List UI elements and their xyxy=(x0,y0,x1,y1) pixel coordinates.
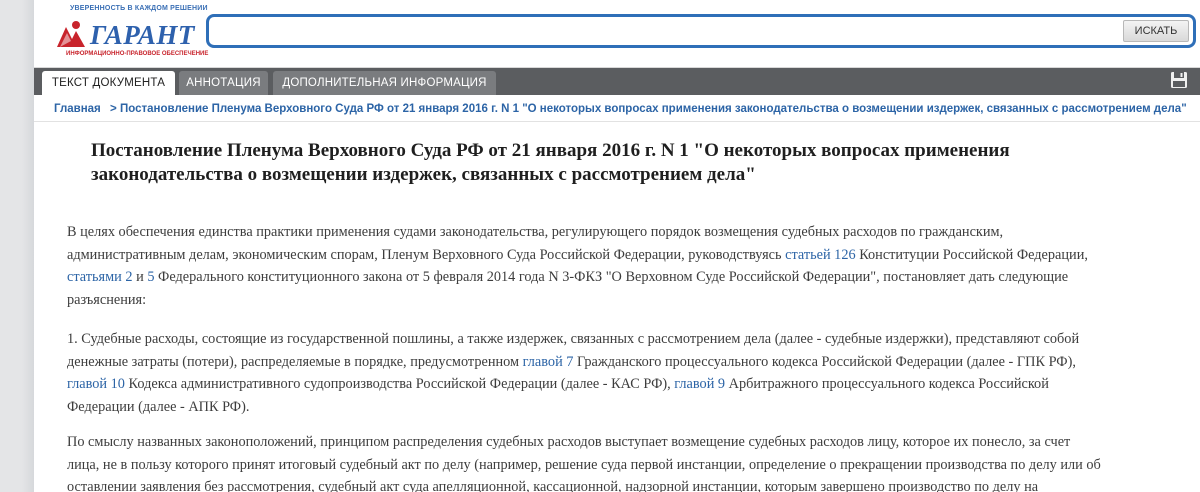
breadcrumb: Главная > Постановление Пленума Верховно… xyxy=(34,95,1200,122)
text-line: статьями 2 и 5 Федерального конституцион… xyxy=(67,266,1167,289)
logo-brand: ГАРАНТ xyxy=(90,20,195,50)
text-fragment: административным делам, экономическим сп… xyxy=(67,246,786,263)
text-line: В целях обеспечения единства практики пр… xyxy=(67,224,1004,240)
breadcrumb-home-link[interactable]: Главная xyxy=(54,103,101,115)
logo-tagline: УВЕРЕННОСТЬ В КАЖДОМ РЕШЕНИИ xyxy=(70,5,208,12)
link-chapter-7[interactable]: главой 7 xyxy=(523,354,574,370)
breadcrumb-separator: > xyxy=(110,103,117,115)
left-margin-shade xyxy=(22,0,34,492)
link-chapter-10[interactable]: главой 10 xyxy=(67,376,125,392)
site-header: УВЕРЕННОСТЬ В КАЖДОМ РЕШЕНИИ ГАРАНТ ИНФО… xyxy=(34,0,1200,68)
text-line: По смыслу названных законоположений, при… xyxy=(67,434,1071,450)
text-fragment: Арбитражного процессуального кодекса Рос… xyxy=(725,376,1049,393)
garant-logo-mark-icon xyxy=(57,21,85,47)
document-title-line: законодательства о возмещении издержек, … xyxy=(91,164,756,185)
breadcrumb-current-link[interactable]: Постановление Пленума Верховного Суда РФ… xyxy=(120,103,1187,115)
text-line: главой 10 Кодекса административного судо… xyxy=(67,373,1167,396)
garant-logo[interactable]: УВЕРЕННОСТЬ В КАЖДОМ РЕШЕНИИ ГАРАНТ ИНФО… xyxy=(54,4,208,60)
link-articles-2[interactable]: статьями 2 xyxy=(67,269,133,285)
search-input[interactable] xyxy=(211,19,1101,43)
paragraph-1: 1. Судебные расходы, состоящие из госуда… xyxy=(67,328,1167,419)
text-fragment: и xyxy=(132,269,148,286)
link-article-126[interactable]: статьей 126 xyxy=(785,247,856,263)
tab-document-text[interactable]: ТЕКСТ ДОКУМЕНТА xyxy=(42,71,175,95)
text-line: Федерации (далее - АПК РФ). xyxy=(67,399,250,416)
document-title: Постановление Пленума Верховного Суда РФ… xyxy=(91,139,1171,187)
text-line: денежные затраты (потери), распределяемы… xyxy=(67,351,1167,374)
paragraph-preamble: В целях обеспечения единства практики пр… xyxy=(67,221,1167,312)
floppy-disk-icon[interactable] xyxy=(1170,71,1188,89)
left-margin-strip xyxy=(0,0,34,492)
paragraph-2: По смыслу названных законоположений, при… xyxy=(67,431,1167,492)
search-box: ИСКАТЬ xyxy=(206,14,1196,48)
text-fragment: денежные затраты (потери), распределяемы… xyxy=(67,353,523,370)
link-chapter-9[interactable]: главой 9 xyxy=(674,376,725,392)
text-line: оставлении заявления без рассмотрения, с… xyxy=(67,479,1039,492)
document-body: Постановление Пленума Верховного Суда РФ… xyxy=(34,122,1200,492)
logo-subtitle: ИНФОРМАЦИОННО-ПРАВОВОЕ ОБЕСПЕЧЕНИЕ xyxy=(66,51,209,57)
document-title-line: Постановление Пленума Верховного Суда РФ… xyxy=(91,140,1010,161)
text-line: административным делам, экономическим сп… xyxy=(67,244,1167,267)
text-fragment: Кодекса административного судопроизводст… xyxy=(124,376,675,393)
text-line: лица, не в пользу которого принят итогов… xyxy=(67,456,1101,473)
text-line: 1. Судебные расходы, состоящие из госуда… xyxy=(67,331,1080,347)
tab-annotation[interactable]: АННОТАЦИЯ xyxy=(179,71,268,95)
text-fragment: Федерального конституционного закона от … xyxy=(154,269,1069,286)
text-fragment: Конституции Российской Федерации, xyxy=(855,246,1088,263)
document-tabs: ТЕКСТ ДОКУМЕНТА АННОТАЦИЯ ДОПОЛНИТЕЛЬНАЯ… xyxy=(34,68,1200,95)
text-fragment: Гражданского процессуального кодекса Рос… xyxy=(573,353,1076,370)
tab-additional-info[interactable]: ДОПОЛНИТЕЛЬНАЯ ИНФОРМАЦИЯ xyxy=(273,71,496,95)
text-line: разъяснения: xyxy=(67,292,147,309)
search-button[interactable]: ИСКАТЬ xyxy=(1123,20,1189,42)
